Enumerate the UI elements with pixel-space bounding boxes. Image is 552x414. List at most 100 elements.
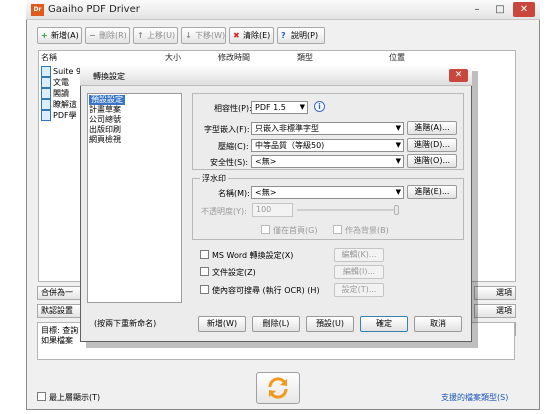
as-background-checkbox[interactable] (333, 225, 342, 234)
help-label: 說明(P) (291, 31, 319, 40)
list-item-label: PDF學 (53, 111, 77, 120)
delete-profile-button[interactable]: 刪除(L) (252, 316, 300, 332)
security-value: <無> (255, 157, 277, 166)
cancel-button[interactable]: 取消 (414, 316, 462, 332)
info-icon[interactable]: i (314, 101, 325, 112)
rename-hint: (按兩下重新命名) (94, 319, 157, 328)
first-page-only-checkbox[interactable] (261, 225, 270, 234)
dialog-close-button[interactable]: ✕ (449, 69, 468, 82)
list-item-label: 瞭解這 (53, 100, 77, 109)
profile-item-press[interactable]: 出版印刷 (89, 125, 121, 135)
move-up-button[interactable]: ↑ 上移(U) (133, 27, 178, 44)
profile-item-draft[interactable]: 計畫草案 (89, 105, 121, 115)
remove-button[interactable]: − 刪除(R) (85, 27, 130, 44)
opacity-label: 不透明度(Y): (201, 207, 247, 216)
app-icon: Dr (31, 4, 44, 16)
ocr-label: 使內容可搜尋 (執行 OCR) (H) (212, 286, 320, 295)
close-button[interactable]: ✕ (513, 2, 535, 17)
x-icon: ✖ (233, 31, 240, 40)
move-up-label: 上移(U) (147, 31, 176, 40)
column-header-location[interactable]: 位置 (389, 52, 405, 63)
first-page-only-label: 僅在首頁(G) (273, 226, 318, 235)
security-select[interactable]: <無> ▼ (251, 155, 404, 168)
maximize-button[interactable]: □ (489, 2, 511, 17)
window-title: Gaaiho PDF Driver (48, 4, 140, 15)
stay-on-top-label: 最上層顯示(T) (49, 393, 101, 402)
compat-label: 相容性(P): (214, 104, 252, 113)
dialog-title-bar (80, 66, 472, 86)
doc-settings-checkbox[interactable] (200, 267, 209, 276)
list-item-label: Suite 9 (53, 67, 82, 76)
options-button-2[interactable]: 選項 (474, 304, 516, 318)
compress-advanced-button[interactable]: 進階(D)... (407, 138, 457, 152)
supported-types-link[interactable]: 支援的檔案類型(S) (441, 392, 508, 403)
add-button[interactable]: + 新增(A) (37, 27, 82, 44)
compress-select[interactable]: 中等品質（等級50) ▼ (251, 139, 404, 152)
list-item[interactable]: PDF學 (41, 110, 77, 122)
compat-select[interactable]: PDF 1.5 ▼ (251, 101, 308, 114)
security-advanced-button[interactable]: 進階(O)... (407, 154, 457, 168)
arrow-up-icon: ↑ (137, 31, 144, 40)
compress-value: 中等品質（等級50) (255, 141, 325, 150)
watermark-name-label: 名稱(M): (218, 189, 250, 198)
convert-refresh-icon (268, 377, 288, 399)
font-embed-label: 字型嵌入(F): (204, 125, 250, 134)
ok-button[interactable]: 確定 (360, 316, 408, 332)
document-icon (41, 88, 51, 99)
msword-label: MS Word 轉換設定(X) (212, 251, 294, 260)
stay-on-top-checkbox[interactable] (37, 392, 46, 401)
clear-label: 清除(E) (243, 31, 271, 40)
help-button[interactable]: ? 說明(P) (277, 27, 325, 44)
watermark-advanced-button[interactable]: 進階(E)... (407, 185, 457, 199)
document-icon (41, 110, 51, 121)
add-label: 新增(A) (51, 31, 79, 40)
chevron-down-icon: ▼ (395, 141, 401, 149)
opacity-stepper[interactable]: 100 (252, 203, 293, 217)
compat-value: PDF 1.5 (255, 103, 286, 112)
minimize-button[interactable]: – (466, 2, 488, 17)
as-background-label: 作為背景(B) (345, 226, 389, 235)
document-icon (41, 77, 51, 88)
column-header-modified[interactable]: 修改時間 (218, 52, 250, 63)
document-icon (41, 66, 51, 77)
font-embed-value: 只嵌入非標準字型 (255, 124, 319, 133)
msword-edit-button[interactable]: 編輯(K)... (334, 248, 384, 262)
new-profile-button[interactable]: 新增(W) (198, 316, 246, 332)
profile-item-company[interactable]: 公司總號 (89, 115, 121, 125)
arrow-down-icon: ↓ (185, 31, 192, 40)
msword-checkbox[interactable] (200, 250, 209, 259)
chevron-down-icon: ▼ (395, 188, 401, 196)
font-embed-select[interactable]: 只嵌入非標準字型 ▼ (251, 122, 404, 135)
default-profile-button[interactable]: 預設(U) (306, 316, 354, 332)
clear-button[interactable]: ✖ 清除(E) (229, 27, 274, 44)
opacity-slider-track[interactable] (297, 209, 398, 211)
watermark-group-title: 浮水印 (200, 173, 228, 184)
font-advanced-button[interactable]: 進階(A)... (407, 121, 457, 135)
options-button-1[interactable]: 選項 (474, 286, 516, 300)
chevron-down-icon: ▼ (395, 124, 401, 132)
list-item-label: 文電 (53, 78, 69, 87)
watermark-name-value: <無> (255, 188, 277, 197)
ocr-checkbox[interactable] (200, 285, 209, 294)
column-header-name[interactable]: 名稱 (41, 52, 57, 63)
ocr-settings-button[interactable]: 設定(T)... (334, 283, 384, 297)
dialog-title: 轉換設定 (93, 72, 125, 81)
doc-settings-edit-button[interactable]: 編輯(I)... (334, 265, 384, 279)
column-header-size[interactable]: 大小 (165, 52, 181, 63)
move-down-button[interactable]: ↓ 下移(W) (181, 27, 226, 44)
profile-item-default[interactable]: 預設設定 (89, 95, 125, 105)
minus-icon: − (89, 31, 96, 40)
column-header-type[interactable]: 類型 (297, 52, 313, 63)
profile-item-web[interactable]: 網頁檢視 (89, 135, 121, 145)
help-icon: ? (281, 31, 286, 40)
opacity-slider-handle[interactable] (394, 205, 399, 215)
watermark-name-select[interactable]: <無> ▼ (251, 186, 404, 199)
doc-settings-label: 文件設定(Z) (212, 268, 256, 277)
move-down-label: 下移(W) (195, 31, 226, 40)
chevron-down-icon: ▼ (395, 157, 401, 165)
document-icon (41, 99, 51, 110)
list-item-label: 閣讀 (53, 89, 69, 98)
compress-label: 壓縮(C): (218, 142, 249, 151)
remove-label: 刪除(R) (99, 31, 127, 40)
security-label: 安全性(S): (210, 158, 249, 167)
